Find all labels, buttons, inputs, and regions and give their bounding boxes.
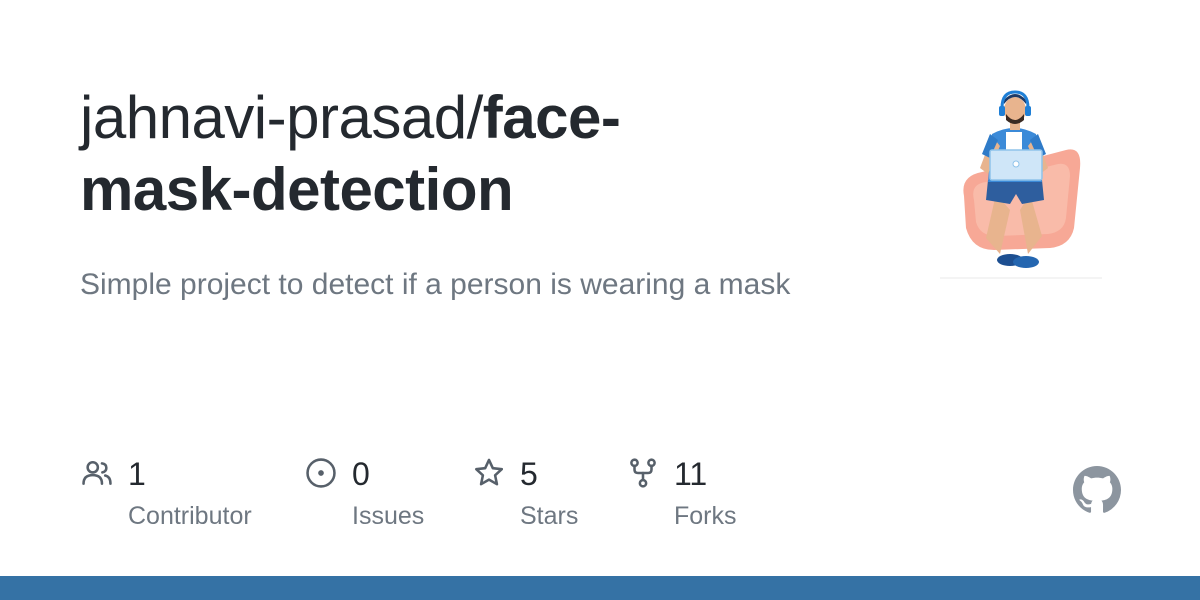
avatar-illustration — [940, 90, 1102, 279]
github-logo-icon — [1073, 466, 1121, 513]
stat-value: 1 — [128, 456, 146, 492]
stat-issues: 0 Issues — [304, 452, 454, 542]
stat-label: Forks — [674, 502, 737, 530]
stat-contributors: 1 Contributor — [80, 452, 280, 542]
stat-forks: 11 Forks — [626, 452, 786, 542]
stat-label: Contributor — [128, 502, 252, 530]
repo-owner: jahnavi-prasad/ — [80, 84, 483, 151]
repo-description: Simple project to detect if a person is … — [80, 268, 791, 301]
star-icon — [474, 458, 504, 486]
stat-stars: 5 Stars — [472, 452, 612, 542]
stat-label: Stars — [520, 502, 579, 530]
repo-title: jahnavi-prasad/face-mask-detection — [80, 82, 720, 226]
stat-value: 11 — [674, 456, 708, 492]
social-preview-card: jahnavi-prasad/face-mask-detection Simpl… — [0, 0, 1200, 600]
people-icon — [82, 460, 112, 485]
issue-opened-icon — [306, 458, 336, 488]
stat-value: 5 — [520, 456, 538, 492]
stat-label: Issues — [352, 502, 425, 530]
stat-value: 0 — [352, 456, 370, 492]
language-bar — [0, 576, 1200, 600]
repo-forked-icon — [630, 458, 656, 488]
